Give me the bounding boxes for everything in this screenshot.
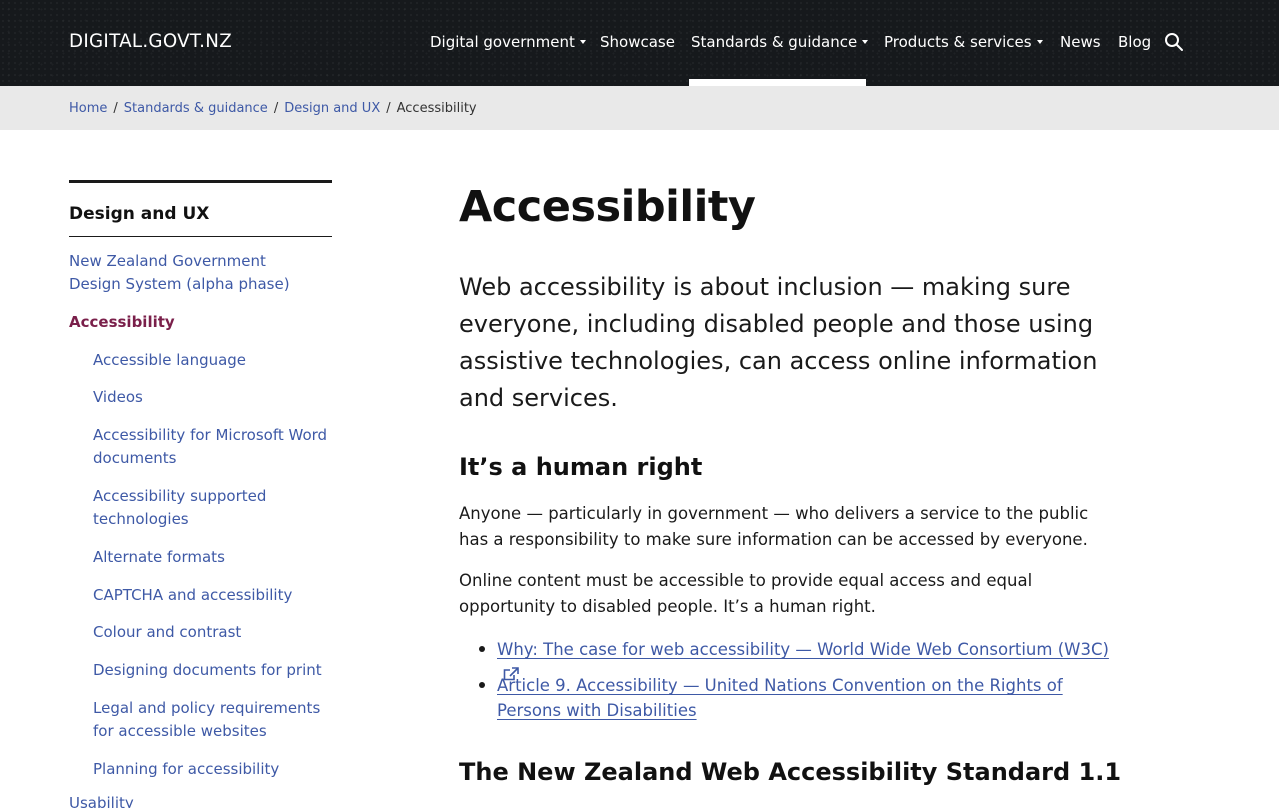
link-label: Why: The case for web accessibility — Wo… — [497, 640, 1109, 659]
main-nav: Digital government Showcase Standards & … — [0, 33, 1279, 53]
nav-label: News — [1060, 33, 1101, 51]
sidebar-item-label[interactable]: Planning for accessibility — [93, 758, 328, 781]
breadcrumb-home[interactable]: Home — [69, 101, 107, 116]
nav-products-services[interactable]: Products & services — [884, 33, 1043, 51]
sidebar-item-supported-technologies[interactable]: Accessibility supported technologies — [93, 485, 293, 531]
caret-down-icon — [1036, 39, 1043, 44]
sidebar-item-accessible-language[interactable]: Accessible language — [93, 349, 328, 372]
sidebar-item-alternate-formats[interactable]: Alternate formats — [93, 546, 328, 569]
breadcrumb-bar: Home / Standards & guidance / Design and UX /… — [0, 86, 1279, 130]
sidebar-title: Design and UX — [69, 183, 332, 237]
breadcrumb-separator: / — [386, 101, 391, 116]
nav-news[interactable]: News — [1060, 33, 1101, 51]
nav-label: Blog — [1118, 33, 1152, 51]
breadcrumb-separator: / — [113, 101, 118, 116]
sidebar-item-label[interactable]: Videos — [93, 386, 328, 409]
nav-label: Products & services — [884, 33, 1032, 51]
nav-label: Standards & guidance — [691, 33, 858, 51]
page-title: Accessibility — [459, 182, 756, 232]
nav-digital-government[interactable]: Digital government — [430, 33, 586, 51]
sidebar-item-videos[interactable]: Videos — [93, 386, 328, 409]
bullet-icon — [479, 682, 485, 688]
sidebar-item-label[interactable]: Usability — [69, 792, 319, 808]
search-icon[interactable] — [1164, 32, 1184, 52]
nav-label: Digital government — [430, 33, 575, 51]
paragraph: Anyone — particularly in government — wh… — [459, 504, 1089, 549]
active-nav-indicator — [689, 79, 866, 86]
list-item: Article 9. Accessibility — United Nation… — [479, 673, 1117, 723]
sidebar-item-label[interactable]: Accessibility — [69, 311, 319, 334]
site-header: DIGITAL.GOVT.NZ Digital government Showc… — [0, 0, 1279, 86]
sidebar-item-colour-contrast[interactable]: Colour and contrast — [93, 621, 328, 644]
sidebar-item-label[interactable]: Legal and policy requirements for access… — [93, 697, 328, 743]
nav-blog[interactable]: Blog — [1118, 33, 1151, 51]
sidebar-nav: Design and UX — [69, 180, 332, 237]
sidebar-item-label[interactable]: Accessibility supported technologies — [93, 485, 293, 531]
sidebar-item-label[interactable]: Colour and contrast — [93, 621, 328, 644]
breadcrumb-separator: / — [273, 101, 279, 116]
sidebar-item-label[interactable]: New Zealand Government Design System (al… — [69, 250, 319, 296]
sidebar-item-captcha[interactable]: CAPTCHA and accessibility — [93, 584, 328, 607]
lead-paragraph: Web accessibility is about inclusion — m… — [459, 273, 1098, 412]
section-heading-human-right: It’s a human right — [459, 453, 703, 481]
nav-standards-guidance[interactable]: Standards & guidance — [691, 33, 869, 51]
sidebar-item-label[interactable]: Accessible language — [93, 349, 328, 372]
nav-showcase[interactable]: Showcase — [600, 33, 675, 51]
sidebar-item-word-documents[interactable]: Accessibility for Microsoft Word documen… — [93, 424, 328, 470]
breadcrumb: Home / Standards & guidance / Design and UX /… — [69, 101, 477, 116]
paragraph: Online content must be accessible to pro… — [459, 571, 1033, 616]
sidebar-item-planning[interactable]: Planning for accessibility — [93, 758, 328, 781]
sidebar-item-label[interactable]: CAPTCHA and accessibility — [93, 584, 328, 607]
sidebar-item-label[interactable]: Accessibility for Microsoft Word documen… — [93, 424, 328, 470]
nav-label: Showcase — [600, 33, 675, 51]
caret-down-icon — [862, 39, 869, 44]
breadcrumb-current: Accessibility — [396, 101, 477, 116]
sidebar-item-documents-print[interactable]: Designing documents for print — [93, 659, 328, 682]
breadcrumb-standards-guidance[interactable]: Standards & guidance — [124, 101, 268, 116]
sidebar-item-legal-policy[interactable]: Legal and policy requirements for access… — [93, 697, 328, 743]
sidebar-item-usability[interactable]: Usability — [69, 792, 319, 808]
link-un-convention[interactable]: Article 9. Accessibility — United Nation… — [497, 676, 1063, 720]
sidebar-item-label[interactable]: Alternate formats — [93, 546, 328, 569]
caret-down-icon — [579, 39, 586, 44]
breadcrumb-design-ux[interactable]: Design and UX — [284, 101, 380, 116]
sidebar-item-design-system[interactable]: New Zealand Government Design System (al… — [69, 250, 319, 296]
bullet-icon — [479, 646, 485, 652]
sidebar-item-accessibility[interactable]: Accessibility — [69, 311, 319, 334]
section-heading-nz-standard: The New Zealand Web Accessibility Standa… — [459, 758, 1122, 786]
sidebar-item-label[interactable]: Designing documents for print — [93, 659, 328, 682]
